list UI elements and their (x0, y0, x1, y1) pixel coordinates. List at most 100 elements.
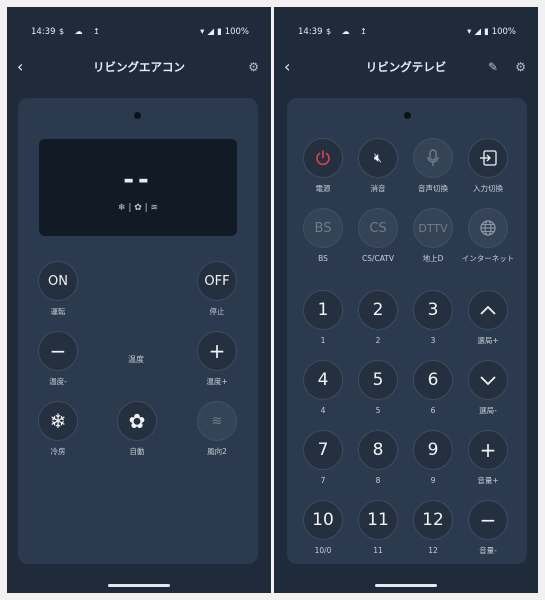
channel-9-text: 9 (427, 440, 439, 460)
power-button[interactable] (303, 138, 343, 178)
remote-panel: -- ❄ | ✿ | ≋ ON 運転 OFF 停止 − 温度- 温度 + 温度+… (18, 98, 258, 564)
temp-value: -- (123, 165, 153, 195)
volume-up-label: 音量+ (477, 476, 499, 485)
channel-9-button[interactable]: 9 (413, 430, 453, 470)
snowflake-icon: ❄ (49, 409, 67, 433)
channel-up-label: 選局+ (477, 336, 499, 345)
temp-down-button[interactable]: − (38, 331, 78, 371)
status-time: 14:39 (298, 27, 323, 37)
input-button[interactable] (468, 138, 508, 178)
channel-down-button[interactable] (468, 360, 508, 400)
on-button-text: ON (48, 273, 68, 289)
tv-screen: 14:39 $ ☁ ↥ ▾ ◢ ▮ 100% ‹ リビングテレビ ✎ ⚙ 電源 🔇︎ … (274, 7, 538, 593)
internet-label: インターネット (461, 254, 515, 263)
channel-3-button[interactable]: 3 (413, 290, 453, 330)
channel-8-text: 8 (372, 440, 384, 460)
channel-7-button[interactable]: 7 (303, 430, 343, 470)
temp-down-label: 温度- (49, 377, 67, 386)
status-icons: $ ☁ ↥ (59, 27, 104, 36)
channel-2-button[interactable]: 2 (358, 290, 398, 330)
volume-up-button[interactable]: + (468, 430, 508, 470)
status-icons: $ ☁ ↥ (326, 27, 371, 36)
mute-button[interactable]: 🔇︎ (358, 138, 398, 178)
wind-label: 風向2 (207, 447, 227, 456)
wifi-icon: ▾ (200, 27, 205, 37)
battery-icon: ▮ (484, 27, 489, 37)
chevron-down-icon (480, 376, 496, 386)
channel-up-button[interactable] (468, 290, 508, 330)
on-button[interactable]: ON (38, 261, 78, 301)
ir-sensor (404, 112, 411, 119)
channel-8-button[interactable]: 8 (358, 430, 398, 470)
mute-icon: 🔇︎ (373, 150, 383, 166)
wind-icon: ≋ (211, 413, 223, 429)
volume-down-label: 音量- (479, 546, 497, 555)
dttv-text: DTTV (418, 221, 448, 235)
dttv-button[interactable]: DTTV (413, 208, 453, 248)
channel-10-button[interactable]: 10 (303, 500, 343, 540)
gear-icon[interactable]: ⚙ (248, 57, 259, 77)
auto-button[interactable]: ✿ (117, 401, 157, 441)
mode-indicators: ❄ | ✿ | ≋ (117, 203, 159, 213)
channel-11-button[interactable]: 11 (358, 500, 398, 540)
plus-icon: + (208, 339, 226, 363)
cs-button[interactable]: CS (358, 208, 398, 248)
channel-down-label: 選局- (479, 406, 497, 415)
plus-icon: + (479, 438, 497, 462)
channel-12-button[interactable]: 12 (413, 500, 453, 540)
globe-icon (480, 220, 496, 236)
page-title: リビングエアコン (93, 60, 185, 74)
app-bar: ‹ リビングテレビ ✎ ⚙ (274, 57, 538, 79)
off-label: 停止 (209, 307, 225, 316)
temp-caption: 温度 (128, 355, 144, 364)
battery-percent: 100% (224, 27, 249, 37)
channel-7-text: 7 (317, 440, 329, 460)
fan-auto-icon: ✿ (128, 409, 146, 433)
channel-5-button[interactable]: 5 (358, 360, 398, 400)
voice-button[interactable] (413, 138, 453, 178)
app-bar: ‹ リビングエアコン ⚙ (7, 57, 271, 79)
bs-text: BS (314, 220, 332, 236)
off-button[interactable]: OFF (197, 261, 237, 301)
temp-up-label: 温度+ (206, 377, 228, 386)
status-bar: 14:39 $ ☁ ↥ ▾ ◢ ▮ 100% (7, 27, 271, 41)
channel-10-text: 10 (312, 510, 334, 530)
channel-1-button[interactable]: 1 (303, 290, 343, 330)
channel-6-button[interactable]: 6 (413, 360, 453, 400)
minus-icon: − (49, 339, 67, 363)
channel-2-text: 2 (372, 300, 384, 320)
channel-6-text: 6 (427, 370, 439, 390)
signal-icon: ◢ (207, 27, 214, 37)
temp-up-button[interactable]: + (197, 331, 237, 371)
remote-panel: 電源 🔇︎ 消音 音声切換 入力切換 BS BS CS CS/CATV DTTV… (287, 98, 527, 564)
battery-icon: ▮ (217, 27, 222, 37)
channel-4-text: 4 (317, 370, 329, 390)
chevron-up-icon (480, 305, 496, 315)
internet-button[interactable] (468, 208, 508, 248)
input-switch-icon (480, 150, 497, 166)
channel-4-button[interactable]: 4 (303, 360, 343, 400)
ir-sensor (134, 112, 141, 119)
channel-5-text: 5 (372, 370, 384, 390)
volume-down-button[interactable]: − (468, 500, 508, 540)
gear-icon[interactable]: ⚙ (515, 57, 526, 77)
minus-icon: − (479, 508, 497, 532)
wind-direction-button[interactable]: ≋ (197, 401, 237, 441)
channel-3-text: 3 (427, 300, 439, 320)
signal-icon: ◢ (474, 27, 481, 37)
power-icon (316, 150, 330, 166)
channel-1-text: 1 (317, 300, 329, 320)
aircon-screen: 14:39 $ ☁ ↥ ▾ ◢ ▮ 100% ‹ リビングエアコン ⚙ -- ❄ | … (7, 7, 271, 593)
off-button-text: OFF (204, 273, 230, 289)
bs-button[interactable]: BS (303, 208, 343, 248)
temp-display: -- ❄ | ✿ | ≋ (39, 139, 237, 236)
status-right: ▾ ◢ ▮ 100% (464, 27, 516, 37)
pencil-icon[interactable]: ✎ (488, 57, 498, 77)
gesture-bar[interactable] (274, 584, 538, 587)
status-right: ▾ ◢ ▮ 100% (197, 27, 249, 37)
cs-text: CS (369, 220, 387, 236)
cool-button[interactable]: ❄ (38, 401, 78, 441)
channel-11-text: 11 (367, 510, 389, 530)
gesture-bar[interactable] (7, 584, 271, 587)
input-label: 入力切換 (473, 184, 503, 193)
